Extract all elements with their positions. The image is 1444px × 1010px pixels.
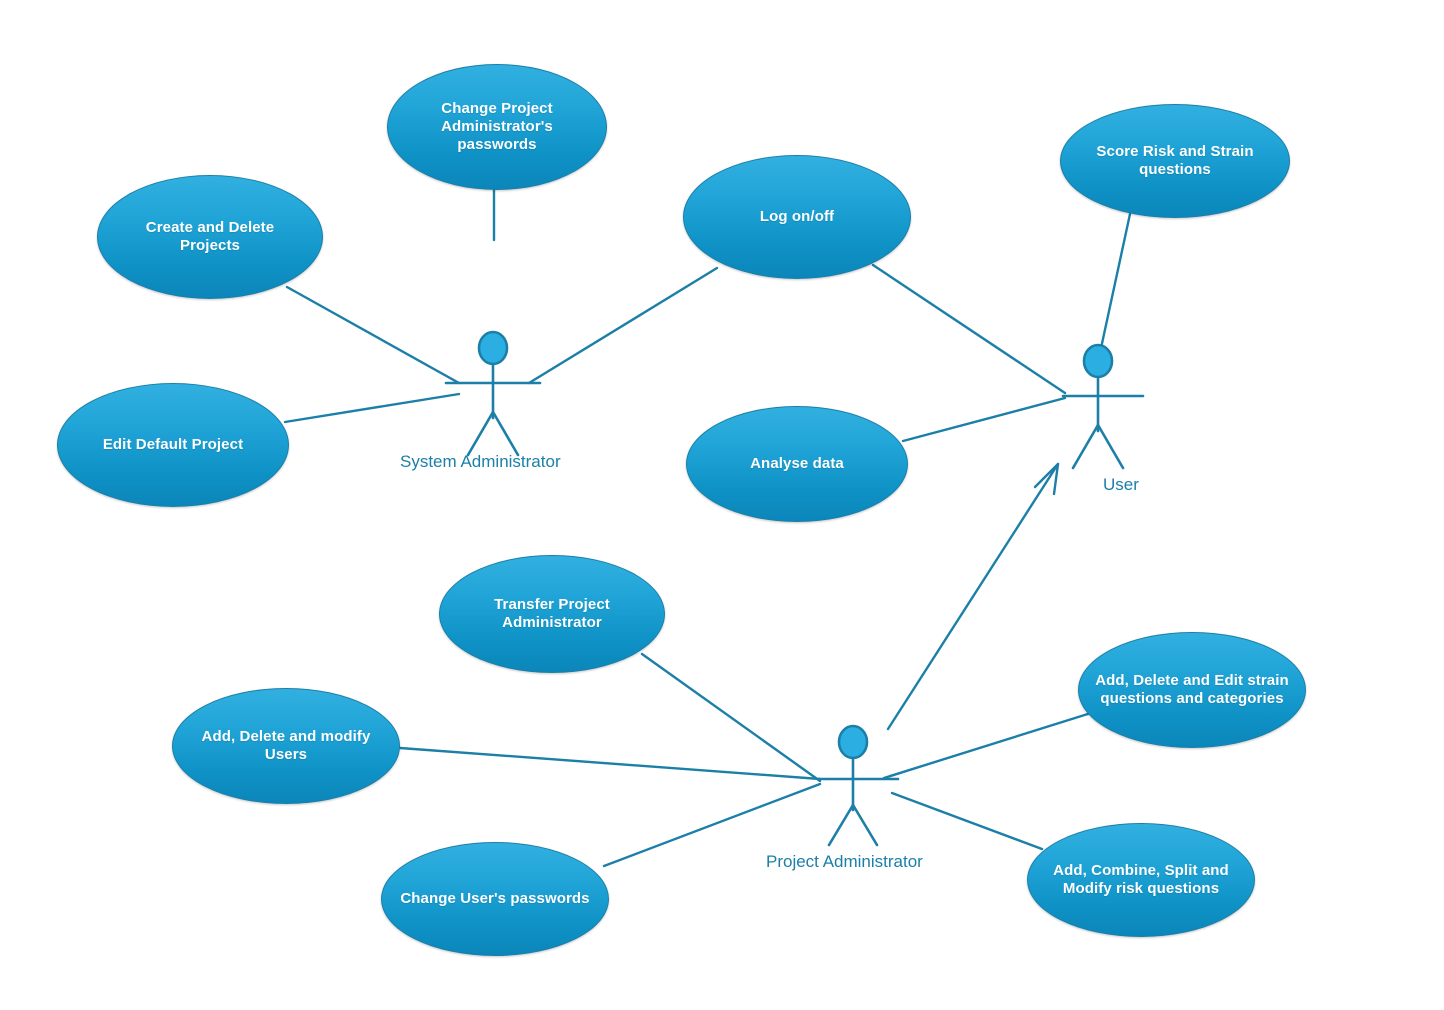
- actor-label-project-administrator: Project Administrator: [766, 852, 923, 871]
- usecase-label: Add, Delete and Edit strain questions an…: [1095, 672, 1289, 707]
- assoc-analyse-data-user: [901, 396, 1067, 443]
- usecase-label: Log on/off: [759, 208, 835, 226]
- usecase-log-on-off[interactable]: Log on/off: [683, 155, 911, 279]
- generalization-arrowhead: [1033, 462, 1060, 496]
- assoc-create-delete-projects-sysadmin: [285, 285, 461, 385]
- usecase-change-pa-passwords[interactable]: Change Project Administrator's passwords: [387, 64, 607, 190]
- usecase-add-combine-split-modify-risk-questions[interactable]: Add, Combine, Split and Modify risk ques…: [1027, 823, 1255, 937]
- assoc-projectadmin-add-combine-split: [890, 791, 1044, 851]
- actor-leg-right: [1096, 423, 1125, 470]
- usecase-label: Add, Combine, Split and Modify risk ques…: [1053, 862, 1229, 897]
- actor-leg-left: [1071, 423, 1100, 470]
- usecase-create-delete-projects[interactable]: Create and Delete Projects: [97, 175, 323, 299]
- actor-label-system-administrator: System Administrator: [400, 452, 561, 471]
- assoc-add-delete-modify-users-projectadmin: [398, 746, 822, 781]
- actor-user-figure: [1061, 343, 1145, 470]
- usecase-label: Change Project Administrator's passwords: [441, 100, 553, 153]
- usecase-edit-default-project[interactable]: Edit Default Project: [57, 383, 289, 507]
- usecase-add-delete-modify-users[interactable]: Add, Delete and modify Users: [172, 688, 400, 804]
- generalization-shaft: [886, 462, 1060, 731]
- actor-system-administrator-figure: [444, 330, 542, 457]
- actor-head: [1082, 343, 1114, 379]
- use-case-diagram-canvas: Change Project Administrator's passwords…: [0, 0, 1444, 1010]
- usecase-change-user-passwords[interactable]: Change User's passwords: [381, 842, 609, 956]
- usecase-label: Transfer Project Administrator: [494, 596, 610, 631]
- assoc-score-risk-strain-user: [1096, 212, 1132, 364]
- usecase-score-risk-strain-questions[interactable]: Score Risk and Strain questions: [1060, 104, 1290, 218]
- usecase-label: Edit Default Project: [102, 436, 244, 454]
- associations-group: [283, 188, 1132, 868]
- assoc-edit-default-project-sysadmin: [283, 392, 461, 424]
- actor-leg-right: [851, 803, 879, 847]
- assoc-transfer-project-admin-projectadmin: [640, 652, 822, 783]
- usecase-label: Analyse data: [750, 455, 844, 473]
- usecase-transfer-project-administrator[interactable]: Transfer Project Administrator: [439, 555, 665, 673]
- assoc-sysadmin-log-on-off: [527, 266, 719, 385]
- usecase-label: Create and Delete Projects: [145, 219, 275, 254]
- actor-leg-right: [491, 410, 520, 457]
- actor-head: [837, 724, 869, 760]
- assoc-log-on-off-user: [871, 263, 1067, 395]
- actor-label-user: User: [1103, 475, 1139, 494]
- usecase-add-delete-edit-strain-questions[interactable]: Add, Delete and Edit strain questions an…: [1078, 632, 1306, 748]
- usecase-label: Score Risk and Strain questions: [1096, 143, 1254, 178]
- actor-leg-left: [466, 410, 495, 457]
- actor-leg-left: [827, 803, 855, 847]
- actor-project-administrator-figure: [816, 724, 900, 847]
- assoc-projectadmin-add-delete-edit-strain: [882, 711, 1093, 780]
- gen-projectadmin-to-user: [886, 462, 1060, 731]
- usecase-label: Add, Delete and modify Users: [201, 728, 371, 763]
- actor-head: [477, 330, 509, 366]
- usecase-label: Change User's passwords: [400, 890, 590, 908]
- usecase-analyse-data[interactable]: Analyse data: [686, 406, 908, 522]
